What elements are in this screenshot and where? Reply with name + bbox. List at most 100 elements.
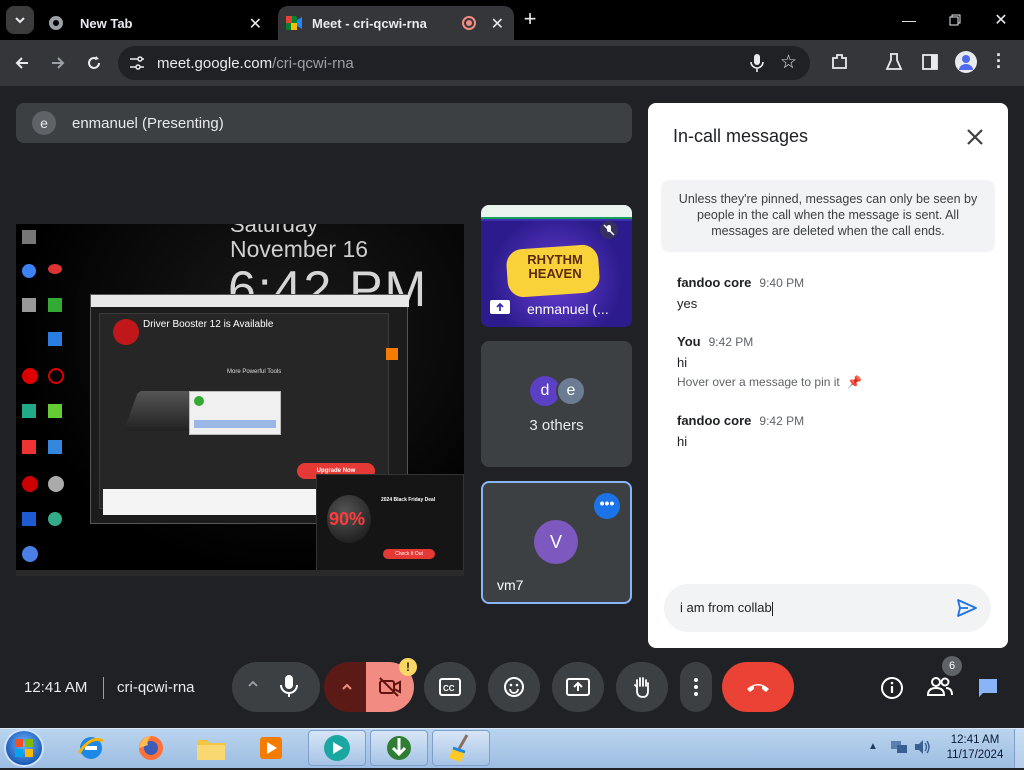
microphone-icon[interactable] [750, 53, 764, 73]
pin-hint: Hover over a message to pin it 📌 [677, 375, 862, 389]
people-icon [926, 677, 953, 696]
media-player-icon [260, 737, 282, 759]
camera-off-icon [379, 677, 401, 697]
arrow-left-icon [15, 57, 28, 69]
divider [103, 677, 104, 699]
recording-icon [462, 16, 476, 30]
chat-notice: Unless they're pinned, messages can only… [661, 180, 995, 252]
minimize-button[interactable]: — [886, 4, 932, 36]
screen-list [103, 489, 317, 515]
people-button[interactable] [926, 674, 954, 702]
restore-icon [949, 14, 961, 26]
shared-screen[interactable]: Saturday November 16 6:42 PM Driver Boos… [16, 224, 464, 576]
taskbar-app-firefox[interactable] [122, 730, 180, 766]
driver-booster-logo [113, 319, 139, 345]
back-button[interactable] [8, 49, 36, 77]
bookmark-star-icon[interactable]: ☆ [780, 51, 797, 74]
presenting-label: enmanuel (Presenting) [72, 115, 224, 132]
mic-off-icon [600, 221, 618, 239]
participant-tile-others[interactable]: d e 3 others [481, 341, 632, 467]
tile-name: enmanuel (... [527, 301, 609, 317]
reload-button[interactable] [80, 49, 108, 77]
taskbar-app-explorer[interactable] [182, 730, 240, 766]
info-icon[interactable] [880, 676, 904, 700]
send-icon[interactable] [956, 598, 978, 618]
desktop-icons [18, 230, 78, 562]
taskbar-app-idm[interactable] [370, 730, 428, 766]
windows-logo-icon [15, 739, 33, 757]
chrome-menu-icon[interactable]: · · · [996, 46, 1006, 76]
taskbar-date: 11/17/2024 [946, 749, 1004, 761]
video-options-button[interactable] [324, 662, 370, 712]
network-icon[interactable] [890, 739, 908, 755]
new-tab-button[interactable]: + [518, 8, 542, 32]
more-vert-icon [694, 678, 698, 696]
url-path: /cri-qcwi-rna [272, 55, 354, 72]
site-info-icon[interactable] [128, 55, 146, 71]
message-time: 9:40 PM [759, 276, 805, 290]
present-button[interactable] [552, 662, 604, 712]
extensions-icon[interactable] [830, 52, 850, 72]
participant-tile-self[interactable]: ••• V vm7 [481, 481, 632, 604]
idm-icon [387, 736, 411, 760]
chevron-up-icon [342, 683, 352, 690]
microphone-button[interactable] [278, 672, 300, 705]
participant-tile-screen[interactable]: RHYTHM HEAVEN enmanuel (... [481, 205, 632, 327]
taskbar-app-media-player[interactable] [242, 730, 300, 766]
show-desktop-button[interactable] [1014, 729, 1024, 768]
screen-clock-date: November 16 [230, 236, 369, 262]
tile-browser-bar [481, 205, 632, 219]
broom-icon [449, 734, 469, 762]
profile-avatar[interactable] [955, 51, 977, 73]
leave-call-button[interactable] [722, 662, 794, 712]
close-icon[interactable]: ✕ [491, 14, 504, 34]
show-hidden-icons-button[interactable]: ▲ [868, 741, 878, 752]
promo-button: Check It Out [383, 549, 435, 559]
chat-notice-text: Unless they're pinned, messages can only… [678, 192, 978, 238]
promo-ad: 90% 2024 Black Friday Deal Check It Out [316, 474, 464, 574]
taskbar-app-meet[interactable] [308, 730, 366, 766]
chat-icon[interactable] [976, 676, 1000, 700]
audio-options-button[interactable] [246, 677, 260, 696]
message-text[interactable]: hi [677, 355, 687, 370]
labs-flask-icon[interactable] [884, 52, 904, 72]
closed-captions-icon: CC [439, 678, 461, 696]
start-button[interactable] [4, 729, 44, 767]
warning-badge: ! [399, 658, 417, 676]
message-time: 9:42 PM [759, 414, 805, 428]
reactions-button[interactable] [488, 662, 540, 712]
microphone-icon [280, 675, 298, 697]
reload-icon [88, 56, 100, 69]
present-screen-icon [490, 300, 510, 314]
meeting-time: 12:41 AM [24, 679, 88, 696]
pin-icon[interactable]: 📌 [847, 375, 862, 389]
captions-button[interactable]: CC [424, 662, 476, 712]
screen-taskbar [16, 570, 464, 576]
promo-badge: 90% [329, 509, 366, 529]
svg-text:CC: CC [443, 684, 455, 693]
volume-icon[interactable] [913, 739, 931, 755]
raise-hand-button[interactable] [616, 662, 668, 712]
close-window-button[interactable]: ✕ [978, 4, 1024, 36]
message-sender: fandoo core 9:42 PM [677, 413, 804, 428]
camera-control: ! [324, 658, 417, 712]
presenting-banner: e enmanuel (Presenting) [16, 103, 632, 143]
maximize-button[interactable] [932, 4, 978, 36]
side-panel-icon[interactable] [920, 52, 940, 72]
more-options-button[interactable] [680, 662, 712, 712]
taskbar-app-cleaner[interactable] [432, 730, 490, 766]
close-icon[interactable]: ✕ [249, 14, 262, 34]
taskbar-app-ie[interactable] [62, 730, 120, 766]
close-icon[interactable] [966, 128, 984, 146]
message-text[interactable]: hi [677, 434, 687, 449]
taskbar-clock[interactable]: 12:41 AM 11/17/2024 [940, 733, 1010, 763]
chat-input[interactable]: i am from collab [680, 600, 930, 616]
tab-search-button[interactable] [6, 6, 34, 34]
emoji-icon [504, 677, 524, 697]
tab-new-tab[interactable]: New Tab ✕ [40, 6, 272, 40]
forward-button[interactable] [44, 49, 72, 77]
tab-meet[interactable]: Meet - cri-qcwi-rna ✕ [278, 6, 514, 40]
more-options-button[interactable]: ••• [594, 493, 620, 519]
message-text[interactable]: yes [677, 296, 697, 311]
popup-subtitle: More Powerful Tools [227, 369, 282, 375]
